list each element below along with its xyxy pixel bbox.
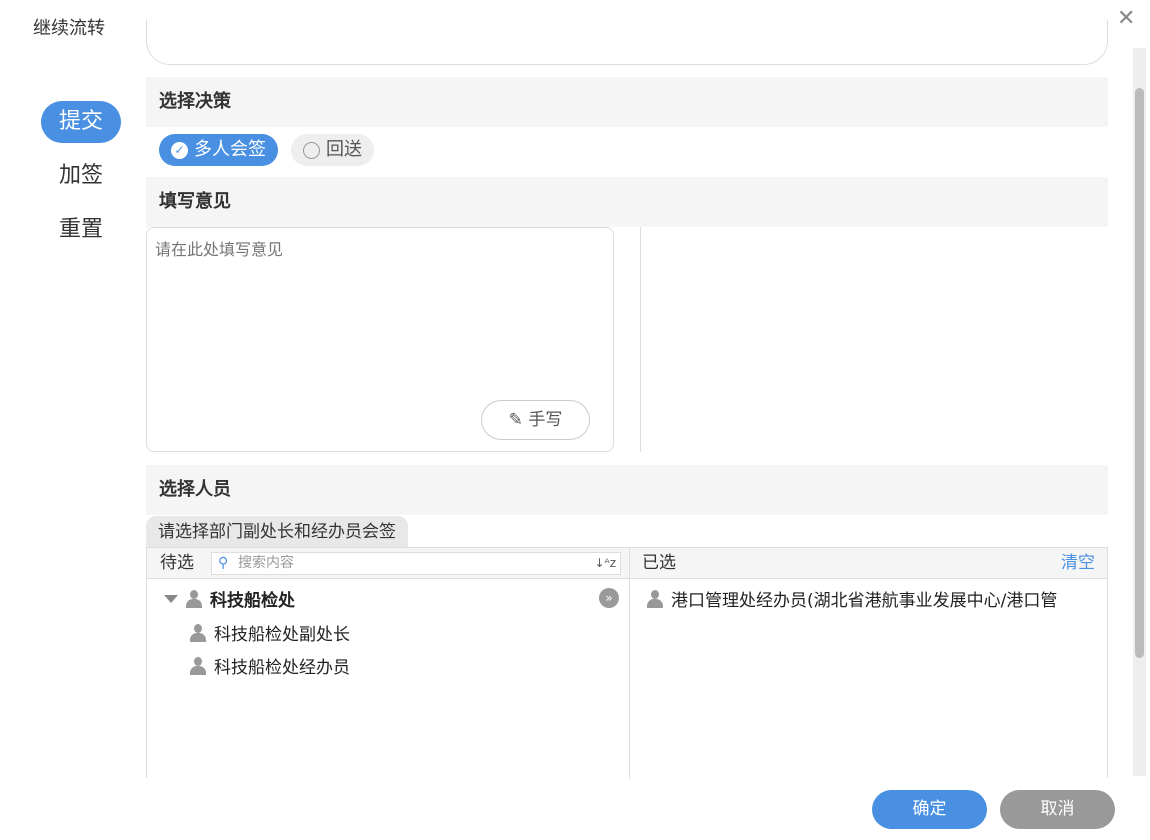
handwrite-button[interactable]: ✎ 手写 (481, 400, 590, 440)
option-multi-sign[interactable]: ✓ 多人会签 (159, 134, 278, 166)
tab-dept-sign[interactable]: 请选择部门副处长和经办员会签 (146, 516, 408, 548)
member-label: 科技船检处经办员 (214, 658, 350, 678)
divider (629, 579, 630, 779)
selected-label: 已选 (642, 553, 676, 573)
nav-submit[interactable]: 提交 (41, 101, 121, 143)
pending-header: 待选 ⚲ 搜索内容 ↓ᴬz (147, 548, 629, 579)
selected-item[interactable]: 港口管理处经办员(湖北省港航事业发展中心/港口管 (647, 586, 1057, 611)
list-item[interactable]: 科技船检处副处长 (190, 620, 350, 645)
nav-add-sign[interactable]: 加签 (41, 155, 121, 197)
selected-header: 已选 清空 (629, 548, 1107, 579)
people-picker: 待选 ⚲ 搜索内容 ↓ᴬz 已选 清空 科技船检处 » 科技船检处副处长 科技船… (146, 547, 1108, 779)
member-label: 科技船检处副处长 (214, 625, 350, 645)
scrollbar-thumb[interactable] (1135, 88, 1144, 658)
person-icon (190, 656, 206, 675)
add-all-icon[interactable]: » (599, 588, 619, 608)
pending-label: 待选 (160, 553, 194, 573)
selected-item-label: 港口管理处经办员(湖北省港航事业发展中心/港口管 (671, 591, 1058, 611)
nav-reset[interactable]: 重置 (41, 209, 121, 251)
clear-button[interactable]: 清空 (1061, 548, 1095, 579)
search-input[interactable]: ⚲ 搜索内容 ↓ᴬz (211, 552, 621, 575)
confirm-button[interactable]: 确定 (872, 790, 987, 829)
sort-az-icon[interactable]: ↓ᴬz (594, 553, 616, 574)
opinion-heading: 填写意见 (146, 177, 1108, 227)
people-heading: 选择人员 (146, 465, 1108, 515)
scrollbar[interactable] (1133, 48, 1146, 776)
tree-group[interactable]: 科技船检处 (164, 586, 295, 611)
list-item[interactable]: 科技船检处经办员 (190, 653, 350, 678)
group-label: 科技船检处 (210, 591, 295, 611)
radio-icon (303, 141, 320, 159)
divider (640, 227, 641, 452)
person-icon (647, 589, 663, 608)
cancel-button[interactable]: 取消 (1000, 790, 1115, 829)
decision-heading: 选择决策 (146, 77, 1108, 127)
dialog-title: 继续流转 (33, 18, 105, 39)
group-icon (186, 589, 202, 608)
close-icon[interactable]: ✕ (1117, 6, 1135, 31)
search-placeholder: 搜索内容 (238, 555, 294, 571)
option-send-back[interactable]: 回送 (291, 134, 374, 166)
top-field[interactable] (146, 20, 1108, 65)
option-label: 回送 (326, 139, 362, 160)
search-icon: ⚲ (218, 555, 229, 571)
option-label: 多人会签 (194, 139, 266, 160)
side-nav: 提交 加签 重置 (41, 101, 121, 263)
person-icon (190, 623, 206, 642)
caret-down-icon[interactable] (164, 594, 178, 603)
check-icon: ✓ (171, 141, 188, 159)
